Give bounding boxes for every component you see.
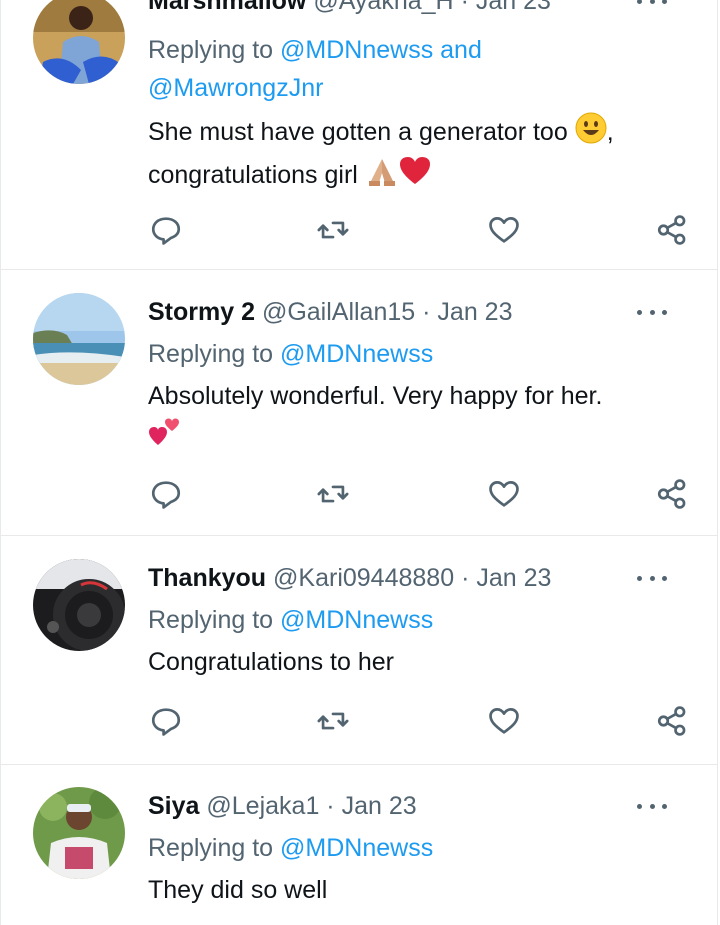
more-icon[interactable] — [637, 297, 667, 327]
reply-icon[interactable] — [149, 213, 183, 247]
tweet-header: Thankyou @Kari09448880 · Jan 23 — [148, 563, 697, 593]
like-icon[interactable] — [487, 477, 521, 511]
tweet-text-line: Absolutely wonderful. Very happy for her… — [148, 382, 603, 410]
tweet-actions — [149, 704, 689, 738]
avatar[interactable] — [33, 293, 125, 385]
display-name[interactable]: Thankyou — [148, 564, 266, 592]
tweet-text: They did so well — [148, 871, 677, 909]
share-icon[interactable] — [655, 477, 689, 511]
tweet-actions — [149, 477, 689, 511]
more-icon[interactable] — [637, 0, 667, 16]
praying-hands-emoji-icon — [365, 155, 399, 198]
tweet-date[interactable]: · Jan 23 — [461, 0, 551, 15]
mention-link[interactable]: @MDNnewss and — [280, 36, 482, 64]
tweet-3[interactable]: Thankyou @Kari09448880 · Jan 23 Replying… — [0, 536, 718, 765]
red-heart-emoji-icon — [399, 156, 431, 197]
display-name[interactable]: Siya — [148, 792, 199, 820]
avatar[interactable] — [33, 787, 125, 879]
tweet-header: Marshmallow @Ayakha_H · Jan 23 — [148, 0, 697, 16]
reply-icon[interactable] — [149, 477, 183, 511]
replying-to: Replying to @MDNnewss — [148, 601, 697, 639]
like-icon[interactable] — [487, 213, 521, 247]
display-name[interactable]: Stormy 2 — [148, 298, 255, 326]
replying-prefix: Replying to — [148, 606, 274, 634]
tweet-text-line: They did so well — [148, 876, 328, 904]
display-name[interactable]: Marshmallow — [148, 0, 306, 15]
tweet-date[interactable]: · Jan 23 — [326, 792, 416, 820]
tweet-date[interactable]: · Jan 23 — [461, 564, 551, 592]
mention-link[interactable]: @MawrongzJnr — [148, 74, 323, 102]
replying-to: Replying to @MDNnewss and @MawrongzJnr — [148, 31, 697, 107]
retweet-icon[interactable] — [316, 704, 350, 738]
replying-to: Replying to @MDNnewss — [148, 335, 697, 373]
tweet-1[interactable]: Marshmallow @Ayakha_H · Jan 23 Replying … — [0, 0, 718, 270]
user-handle[interactable]: @GailAllan15 — [262, 298, 415, 326]
reply-icon[interactable] — [149, 704, 183, 738]
user-handle[interactable]: @Kari09448880 — [273, 564, 454, 592]
share-icon[interactable] — [655, 704, 689, 738]
replying-prefix: Replying to — [148, 834, 274, 862]
share-icon[interactable] — [655, 213, 689, 247]
replying-prefix: Replying to — [148, 340, 274, 368]
tweet-2[interactable]: Stormy 2 @GailAllan15 · Jan 23 Replying … — [0, 270, 718, 536]
mention-link[interactable]: @MDNnewss — [280, 834, 433, 862]
tweet-header: Stormy 2 @GailAllan15 · Jan 23 — [148, 297, 697, 327]
tweet-4[interactable]: Siya @Lejaka1 · Jan 23 Replying to @MDNn… — [0, 765, 718, 925]
retweet-icon[interactable] — [316, 477, 350, 511]
tweet-header: Siya @Lejaka1 · Jan 23 — [148, 791, 697, 821]
tweet-text-comma: , — [606, 118, 614, 147]
retweet-icon[interactable] — [316, 213, 350, 247]
user-handle[interactable]: @Ayakha_H — [313, 0, 453, 15]
avatar[interactable] — [33, 559, 125, 651]
two-hearts-emoji-icon — [148, 415, 182, 460]
mention-link[interactable]: @MDNnewss — [280, 606, 433, 634]
user-handle[interactable]: @Lejaka1 — [206, 792, 319, 820]
tweet-text-line: congratulations girl — [148, 161, 358, 190]
tweet-text-line: Congratulations to her — [148, 648, 394, 676]
tweet-actions — [149, 213, 689, 247]
more-icon[interactable] — [637, 563, 667, 593]
avatar[interactable] — [33, 0, 125, 84]
tweet-text: Absolutely wonderful. Very happy for her… — [148, 377, 677, 460]
tweet-date[interactable]: · Jan 23 — [422, 298, 512, 326]
mention-link[interactable]: @MDNnewss — [280, 340, 433, 368]
tweet-text-line: She must have gotten a generator too — [148, 118, 568, 147]
tweet-text: She must have gotten a generator too , c… — [148, 112, 677, 198]
tweet-text: Congratulations to her — [148, 643, 677, 681]
smiley-emoji-icon — [575, 112, 607, 155]
more-icon[interactable] — [637, 791, 667, 821]
like-icon[interactable] — [487, 704, 521, 738]
replying-to: Replying to @MDNnewss — [148, 829, 697, 867]
replying-prefix: Replying to — [148, 36, 274, 64]
